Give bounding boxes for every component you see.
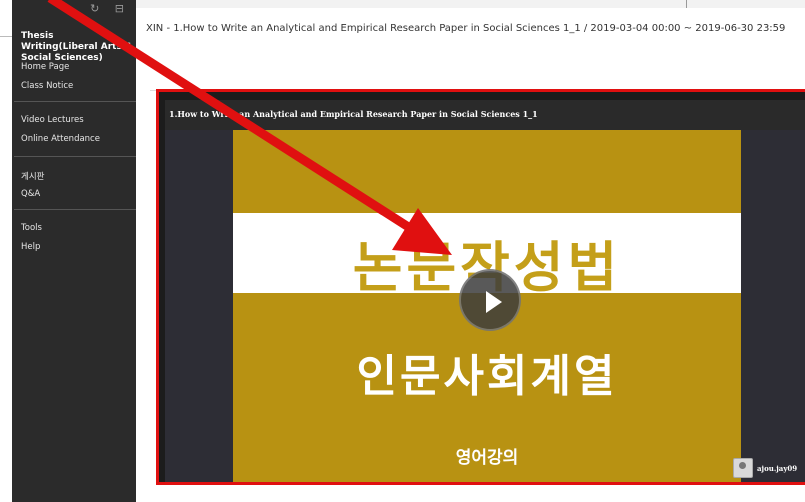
play-button[interactable] (459, 269, 521, 331)
user-watermark: ajou.jay09 (733, 458, 797, 478)
sidebar-item-tools[interactable]: Tools (21, 223, 42, 233)
sidebar-toolbar-icons[interactable]: ↻ ⊟ (90, 2, 130, 15)
video-title: 1.How to Write an Analytical and Empiric… (169, 109, 538, 119)
top-header-strip (136, 0, 805, 8)
sidebar-divider (14, 101, 136, 102)
left-edge-strip (0, 0, 12, 502)
sidebar-item-video-lectures[interactable]: Video Lectures (21, 115, 84, 125)
video-title-bar: 1.How to Write an Analytical and Empiric… (165, 100, 805, 130)
course-title[interactable]: Thesis Writing(Liberal Arts & Social Sci… (21, 31, 133, 64)
play-icon (486, 291, 502, 313)
sidebar-item-home-page[interactable]: Home Page (21, 62, 69, 72)
sidebar-item-help[interactable]: Help (21, 242, 40, 252)
course-sidebar: ↻ ⊟ Thesis Writing(Liberal Arts & Social… (12, 0, 136, 502)
avatar (733, 458, 753, 478)
sidebar-divider (14, 209, 136, 210)
video-letterbox-left (165, 130, 233, 482)
slide-footer-text: 영어강의 (455, 448, 519, 468)
video-letterbox-right (741, 130, 805, 482)
video-player[interactable]: 논문작성법 인문사회계열 영어강의 1.How to Write an Anal… (156, 89, 805, 485)
watermark-username: ajou.jay09 (757, 463, 798, 473)
sidebar-divider (14, 156, 136, 157)
sidebar-item-qna[interactable]: Q&A (21, 189, 40, 199)
slide-subtitle: 인문사회계열 (356, 351, 618, 402)
sidebar-item-board[interactable]: 게시판 (21, 170, 44, 182)
page-title: XIN - 1.How to Write an Analytical and E… (146, 23, 786, 34)
sidebar-item-class-notice[interactable]: Class Notice (21, 81, 73, 91)
sidebar-item-online-attendance[interactable]: Online Attendance (21, 134, 100, 144)
